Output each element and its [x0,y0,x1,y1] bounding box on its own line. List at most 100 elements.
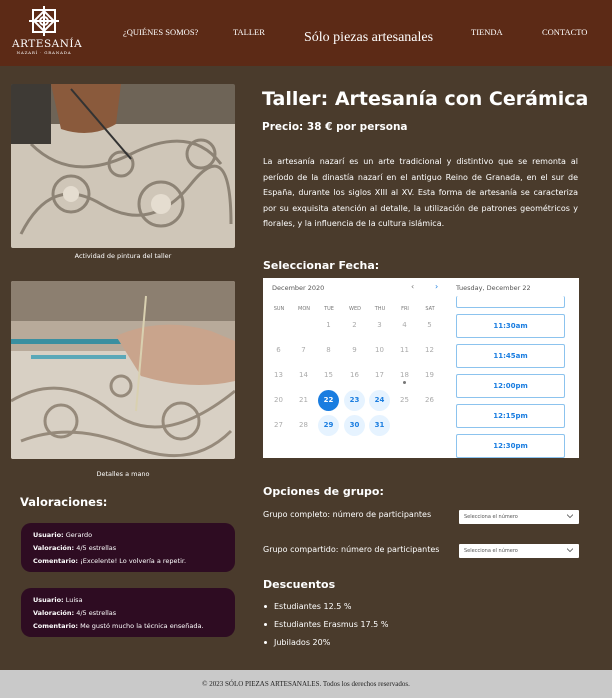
group-section-title: Opciones de grupo: [263,485,384,498]
time-slot-button[interactable]: 12:00pm [456,374,565,398]
reviews-title: Valoraciones: [20,495,108,509]
weekday-label: TUE [324,306,334,312]
review-card: Usuario: Gerardo Valoración: 4/5 estrell… [21,523,235,572]
workshop-photo-details [11,281,235,459]
discounts-title: Descuentos [263,578,336,591]
calendar-day: 25 [400,396,409,404]
workshop-description: La artesanía nazarí es un arte tradicion… [263,157,578,228]
nav-contacto[interactable]: CONTACTO [542,27,587,37]
calendar-day: 2 [352,321,357,329]
calendar-day: 17 [375,371,384,379]
weekday-label: SAT [425,306,435,312]
calendar-day: 7 [301,346,306,354]
time-slot-button[interactable]: 12:30pm [456,434,565,458]
photo-caption: Detalles a mano [96,470,150,478]
calendar-month: December 2020 [272,284,325,292]
weekday-label: THU [374,306,386,312]
chevron-down-icon [567,514,573,519]
event-dot [403,381,406,384]
calendar-day[interactable]: 30 [344,415,365,436]
date-section-title: Seleccionar Fecha: [263,259,380,272]
review-user: Gerardo [65,531,93,539]
copyright: © 2023 SÓLO PIEZAS ARTESANALES. Todos lo… [202,680,410,688]
nav-quienes-somos[interactable]: ¿QUIÉNES SOMOS? [123,27,198,37]
calendar-day[interactable]: 29 [318,415,339,436]
review-card: Usuario: Luisa Valoración: 4/5 estrellas… [21,588,235,637]
review-comment: ¡Excelente! Lo volvería a repetir. [80,557,187,565]
calendar-day[interactable]: 22 [318,390,339,411]
site-footer: © 2023 SÓLO PIEZAS ARTESANALES. Todos lo… [0,670,612,698]
discount-text: Estudiantes 12.5 % [274,602,352,611]
logo-name: ARTESANÍA [12,38,83,50]
group-shared-select[interactable]: Selecciona el número [459,544,579,558]
page-title: Taller: Artesanía con Cerámica [262,88,589,110]
weekday-label: WED [349,306,361,312]
review-rating-label: Valoración: [33,609,75,617]
time-slot-button[interactable] [456,296,565,308]
nav-taller[interactable]: TALLER [233,27,265,37]
select-placeholder: Selecciona el número [464,514,518,520]
calendar-day: 15 [324,371,333,379]
time-slot-button[interactable]: 11:45am [456,344,565,368]
logo[interactable]: ARTESANÍA NAZARÍ · GRANADA [12,5,83,61]
review-rating: 4/5 estrellas [76,544,117,552]
logo-subtitle: NAZARÍ · GRANADA [16,50,72,55]
calendar-day: 9 [352,346,357,354]
review-user-label: Usuario: [33,596,64,604]
group-shared-label: Grupo compartido: número de participante… [263,545,440,554]
calendar-day: 1 [326,321,331,329]
discount-text: Estudiantes Erasmus 17.5 % [274,620,389,629]
calendar-day: 11 [400,346,409,354]
booking-calendar: December 2020 ‹ › Tuesday, December 22 S… [263,278,579,458]
calendar-day: 16 [350,371,359,379]
calendar-day: 13 [274,371,283,379]
selected-date: Tuesday, December 22 [456,284,531,292]
price: Precio: 38 € por persona [262,121,408,133]
calendar-day: 19 [425,371,434,379]
calendar-day: 4 [402,321,407,329]
review-comment-label: Comentario: [33,622,79,630]
weekday-label: SUN [273,306,285,312]
select-placeholder: Selecciona el número [464,548,518,554]
calendar-day: 6 [276,346,281,354]
discount-item: Jubilados 20% [264,638,330,647]
photo-caption: Actividad de pintura del taller [74,252,172,260]
calendar-day[interactable]: 23 [344,390,365,411]
calendar-day[interactable]: 24 [369,390,390,411]
review-comment: Me gustó mucho la técnica enseñada. [80,622,204,630]
chevron-down-icon [567,548,573,553]
chevron-right-icon[interactable]: › [435,282,438,291]
nav-tienda[interactable]: TIENDA [471,27,503,37]
discount-item: Estudiantes Erasmus 17.5 % [264,620,388,629]
weekday-label: FRI [401,306,409,312]
calendar-day: 10 [375,346,384,354]
tagline: Sólo piezas artesanales [304,30,434,45]
calendar-day[interactable]: 31 [369,415,390,436]
calendar-day: 3 [377,321,382,329]
arabesque-logo-icon [29,6,59,36]
discount-item: Estudiantes 12.5 % [264,602,351,611]
review-rating: 4/5 estrellas [76,609,117,617]
calendar-day: 28 [299,421,308,429]
time-slot-button[interactable]: 11:30am [456,314,565,338]
group-full-label: Grupo completo: número de participantes [263,510,432,519]
calendar-day: 8 [326,346,331,354]
weekday-label: MON [298,306,310,312]
review-user-label: Usuario: [33,531,64,539]
calendar-day: 21 [299,396,308,404]
calendar-day: 20 [274,396,283,404]
review-rating-label: Valoración: [33,544,75,552]
review-comment-label: Comentario: [33,557,79,565]
site-header: ARTESANÍA NAZARÍ · GRANADA ¿QUIÉNES SOMO… [0,0,612,66]
chevron-left-icon[interactable]: ‹ [411,282,414,291]
group-full-select[interactable]: Selecciona el número [459,510,579,524]
calendar-day: 14 [299,371,308,379]
workshop-photo-painting [11,84,235,248]
time-slot-button[interactable]: 12:15pm [456,404,565,428]
calendar-day: 26 [425,396,434,404]
calendar-day: 12 [425,346,434,354]
calendar-day: 5 [427,321,432,329]
review-user: Luisa [65,596,83,604]
discount-text: Jubilados 20% [274,638,331,647]
calendar-day: 27 [274,421,283,429]
